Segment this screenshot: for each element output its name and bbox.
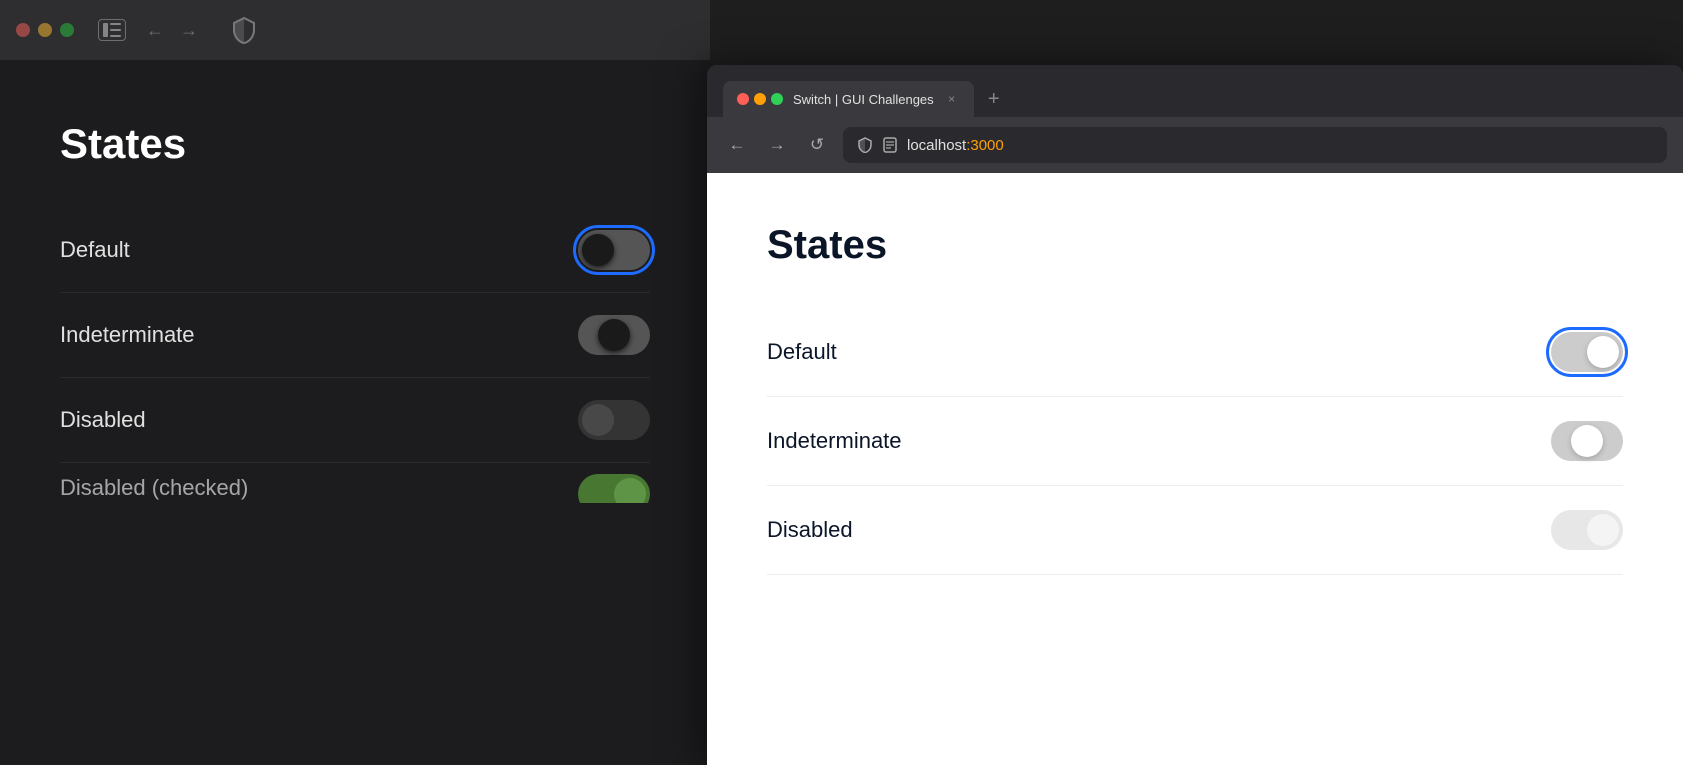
switch-row-disabled-dark: Disabled (60, 378, 650, 463)
switch-label-indeterminate-light: Indeterminate (767, 428, 902, 454)
new-tab-button[interactable]: + (978, 83, 1010, 115)
toggle-default-dark[interactable] (578, 230, 650, 270)
url-port: :3000 (966, 137, 1004, 154)
switch-label-disabled-checked-dark: Disabled (checked) (60, 475, 248, 501)
nav-arrows-left: ← → (146, 20, 198, 41)
toggle-knob-indeterminate-dark (598, 319, 630, 351)
tab-min-dot (754, 93, 766, 105)
switch-row-indeterminate-light: Indeterminate (767, 397, 1623, 486)
tab-bar: Switch | GUI Challenges × + (707, 65, 1683, 117)
back-arrow-left[interactable]: ← (146, 20, 164, 41)
page-icon-addr (883, 137, 897, 153)
reload-button[interactable]: ↺ (803, 131, 831, 159)
toggle-disabled-checked-dark (578, 474, 650, 503)
switch-label-default-dark: Default (60, 237, 130, 263)
url-host: localhost (907, 137, 966, 154)
right-section-title: States (767, 223, 1623, 268)
toggle-knob-disabled-light (1587, 514, 1619, 546)
forward-button[interactable]: → (763, 131, 791, 159)
forward-arrow-left[interactable]: → (180, 20, 198, 41)
traffic-lights-left (16, 23, 74, 37)
toggle-knob-default-light (1587, 336, 1619, 368)
tab-close-button[interactable]: × (944, 91, 960, 107)
close-button-left[interactable] (16, 23, 30, 37)
toggle-indeterminate-light[interactable] (1551, 421, 1623, 461)
left-section-title: States (60, 120, 650, 168)
url-text: localhost:3000 (907, 137, 1004, 154)
toggle-default-light[interactable] (1551, 332, 1623, 372)
toggle-indeterminate-dark[interactable] (578, 315, 650, 355)
maximize-button-left[interactable] (60, 23, 74, 37)
switch-label-indeterminate-dark: Indeterminate (60, 322, 195, 348)
tab-traffic-lights (737, 93, 783, 105)
switch-label-disabled-light: Disabled (767, 517, 853, 543)
toggle-disabled-light (1551, 510, 1623, 550)
switch-row-disabled-light: Disabled (767, 486, 1623, 575)
switch-row-disabled-checked-dark: Disabled (checked) (60, 473, 650, 503)
address-bar: ← → ↺ localhost:3000 (707, 117, 1683, 173)
toggle-knob-default-dark (582, 234, 614, 266)
browser-tab-active[interactable]: Switch | GUI Challenges × (723, 81, 974, 117)
sidebar-toggle-icon[interactable] (98, 19, 126, 41)
switch-row-default-light: Default (767, 308, 1623, 397)
toggle-disabled-dark (578, 400, 650, 440)
shield-icon-addr (857, 137, 873, 153)
right-browser-window: Switch | GUI Challenges × + ← → ↺ localh… (707, 65, 1683, 765)
switch-row-indeterminate-dark: Indeterminate (60, 293, 650, 378)
tab-close-dot (737, 93, 749, 105)
left-chrome-bar: ← → (0, 0, 710, 60)
tab-max-dot (771, 93, 783, 105)
switch-label-disabled-dark: Disabled (60, 407, 146, 433)
back-button[interactable]: ← (723, 131, 751, 159)
minimize-button-left[interactable] (38, 23, 52, 37)
page-content-area: States Default Indeterminate Disabled (707, 173, 1683, 765)
switch-row-default-dark: Default (60, 208, 650, 293)
tab-title: Switch | GUI Challenges (793, 92, 934, 107)
switch-label-default-light: Default (767, 339, 837, 365)
left-content-area: States Default Indeterminate Disabled Di… (0, 60, 710, 764)
toggle-knob-disabled-dark (582, 404, 614, 436)
address-field[interactable]: localhost:3000 (843, 127, 1667, 163)
left-browser-panel: ← → States Default Indeterminate Disable… (0, 0, 710, 764)
toggle-knob-disabled-checked-dark (614, 478, 646, 503)
toggle-knob-indeterminate-light (1571, 425, 1603, 457)
shield-icon-left (230, 16, 258, 44)
